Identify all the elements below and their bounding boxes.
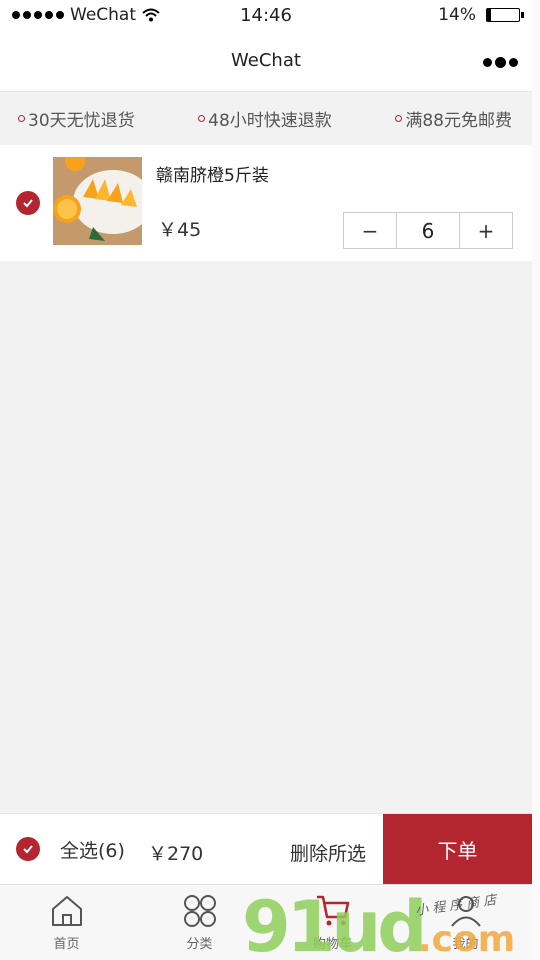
page-title: WeChat [231, 50, 301, 71]
tab-label: 首页 [53, 937, 80, 952]
decrease-button[interactable]: − [344, 213, 396, 248]
promo-item: 30天无忧退货 [18, 106, 135, 131]
tab-bar: 首页 分类 购物车 我的 [0, 884, 532, 960]
battery-percent: 14% [438, 5, 476, 25]
bullet-icon [198, 114, 206, 122]
place-order-button[interactable]: 下单 [383, 814, 532, 885]
bullet-icon [395, 114, 403, 122]
quantity-input[interactable]: 6 [396, 213, 460, 248]
tab-cart[interactable]: 购物车 [266, 885, 399, 960]
promo-text: 满88元免邮费 [405, 110, 512, 131]
total-price: ￥270 [148, 843, 204, 865]
promo-bar: 30天无忧退货 48小时快速退款 满88元免邮费 [0, 93, 532, 143]
orange-slices-image [53, 157, 142, 245]
tab-home[interactable]: 首页 [0, 885, 133, 960]
tab-label: 购物车 [312, 937, 352, 952]
more-icon[interactable] [483, 57, 518, 68]
promo-item: 48小时快速退款 [198, 106, 332, 131]
status-bar: WeChat 14:46 14% [0, 0, 532, 32]
edge-strip [532, 0, 540, 960]
delete-selected-button[interactable]: 删除所选 [290, 839, 366, 866]
nav-bar: WeChat [0, 32, 532, 92]
product-name[interactable]: 赣南脐橙5斤装 [156, 161, 269, 186]
cart-item: 赣南脐橙5斤装 ￥45 − 6 + [0, 145, 532, 261]
battery-icon [486, 8, 524, 22]
product-image[interactable] [53, 157, 142, 245]
select-all-checkbox[interactable] [16, 837, 40, 861]
bullet-icon [18, 114, 25, 122]
checkmark-icon [23, 199, 33, 208]
select-all-label[interactable]: 全选(6) [60, 836, 125, 863]
product-price: ￥45 [158, 219, 202, 241]
tab-label: 我的 [452, 937, 479, 952]
home-icon [51, 896, 82, 926]
item-checkbox[interactable] [16, 191, 40, 215]
battery-fill [487, 9, 492, 21]
category-icon [183, 895, 216, 927]
quantity-stepper: − 6 + [343, 212, 513, 249]
status-right: 14% [438, 5, 524, 25]
tab-category[interactable]: 分类 [133, 885, 266, 960]
promo-text: 30天无忧退货 [28, 110, 135, 131]
checkmark-icon [23, 845, 33, 854]
increase-button[interactable]: + [460, 213, 512, 248]
tab-profile[interactable]: 我的 [399, 885, 532, 960]
checkout-bar: 全选(6) ￥270 删除所选 下单 [0, 813, 532, 885]
tab-label: 分类 [186, 937, 213, 952]
promo-item: 满88元免邮费 [395, 106, 512, 131]
cart-icon [316, 895, 349, 926]
promo-text: 48小时快速退款 [208, 110, 332, 131]
profile-icon [450, 896, 481, 927]
